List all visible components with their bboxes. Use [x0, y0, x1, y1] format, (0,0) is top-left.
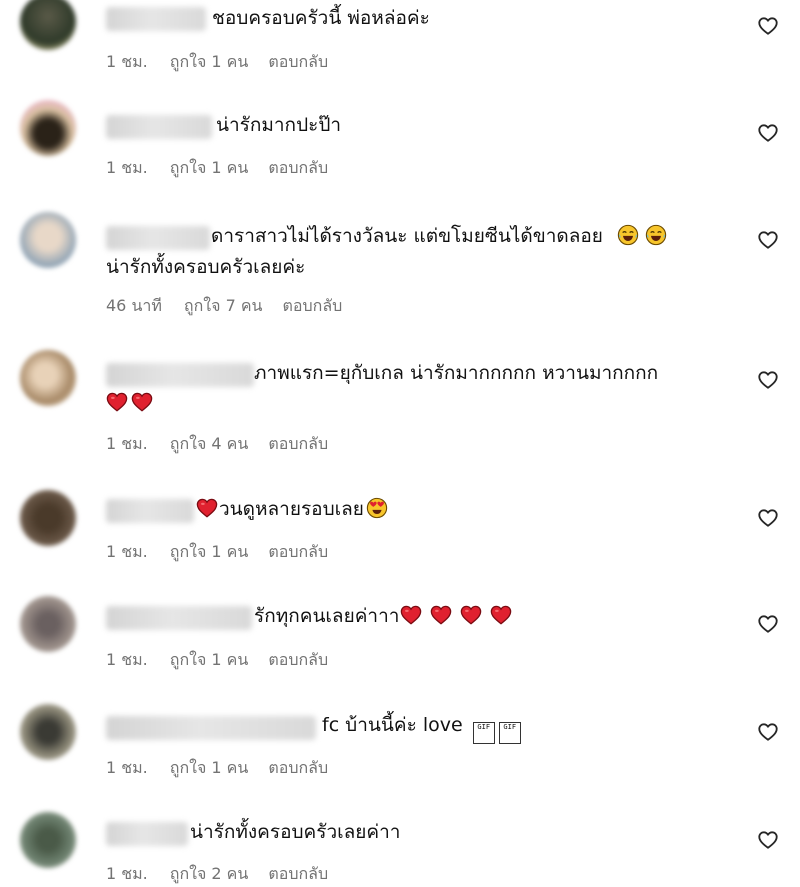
comment-text: รักทุกคนเลยค่าาา	[254, 601, 518, 632]
reply-button[interactable]: ตอบกลับ	[268, 50, 328, 75]
comment-meta: 1 ชม. ถูกใจ 1 คน ตอบกลับ	[106, 540, 328, 565]
comment-text-line1: ดาราสาวไม่ได้รางวัลนะ แต่ขโมยซีนได้ขาดลอ…	[211, 225, 603, 247]
comment-text: fc บ้านนี้ค่ะ love GIF GIF	[322, 710, 521, 744]
reply-button[interactable]: ตอบกลับ	[268, 648, 328, 673]
heart-outline-icon[interactable]	[757, 507, 779, 529]
reply-button[interactable]: ตอบกลับ	[268, 862, 328, 887]
gif-icon: GIF	[498, 722, 521, 744]
comment-emoji-line	[106, 388, 159, 419]
heart-outline-icon[interactable]	[757, 721, 779, 743]
comment-time: 1 ชม.	[106, 542, 148, 561]
avatar[interactable]	[20, 704, 76, 760]
username[interactable]	[106, 499, 194, 523]
likes-count[interactable]: ถูกใจ 1 คน	[170, 540, 249, 565]
comment-time: 1 ชม.	[106, 864, 148, 883]
username[interactable]	[106, 822, 188, 846]
red-heart-emoji-icon	[400, 604, 422, 626]
comment-time: 1 ชม.	[106, 434, 148, 453]
username[interactable]	[106, 115, 212, 139]
likes-count[interactable]: ถูกใจ 1 คน	[170, 756, 249, 781]
heart-eyes-emoji-icon	[366, 497, 388, 519]
avatar[interactable]	[20, 212, 76, 268]
avatar[interactable]	[20, 350, 76, 406]
comment-meta: 1 ชม. ถูกใจ 1 คน ตอบกลับ	[106, 50, 328, 75]
heart-outline-icon[interactable]	[757, 829, 779, 851]
comment-text-content: fc บ้านนี้ค่ะ love	[322, 714, 463, 736]
comment-meta: 1 ชม. ถูกใจ 1 คน ตอบกลับ	[106, 156, 328, 181]
comment-meta: 46 นาที ถูกใจ 7 คน ตอบกลับ	[106, 294, 342, 319]
red-heart-emoji-icon	[196, 497, 218, 519]
avatar[interactable]	[20, 596, 76, 652]
comment-text: ดาราสาวไม่ได้รางวัลนะ แต่ขโมยซีนได้ขาดลอ…	[211, 221, 673, 252]
tears-of-joy-emoji-icon	[617, 224, 639, 246]
comment-meta: 1 ชม. ถูกใจ 4 คน ตอบกลับ	[106, 432, 328, 457]
comment-text-content: วนดูหลายรอบเลย	[219, 498, 364, 520]
heart-outline-icon[interactable]	[757, 613, 779, 635]
reply-button[interactable]: ตอบกลับ	[268, 756, 328, 781]
comment-text-line2: น่ารักทั้งครอบครัวเลยค่ะ	[106, 256, 306, 278]
comment-text: น่ารักทั้งครอบครัวเลยค่าา	[190, 821, 401, 843]
comment-time: 46 นาที	[106, 296, 162, 315]
comment-time: 1 ชม.	[106, 52, 148, 71]
red-heart-emoji-icon	[430, 604, 452, 626]
reply-button[interactable]: ตอบกลับ	[282, 294, 342, 319]
red-heart-emoji-icon	[131, 391, 153, 413]
comment-time: 1 ชม.	[106, 650, 148, 669]
comment-text: น่ารักมากปะป๊า	[216, 114, 342, 136]
comment-time: 1 ชม.	[106, 758, 148, 777]
heart-outline-icon[interactable]	[757, 229, 779, 251]
avatar[interactable]	[20, 0, 76, 50]
likes-count[interactable]: ถูกใจ 1 คน	[170, 156, 249, 181]
red-heart-emoji-icon	[460, 604, 482, 626]
likes-count[interactable]: ถูกใจ 1 คน	[170, 50, 249, 75]
likes-count[interactable]: ถูกใจ 7 คน	[184, 294, 263, 319]
comment-meta: 1 ชม. ถูกใจ 1 คน ตอบกลับ	[106, 756, 328, 781]
likes-count[interactable]: ถูกใจ 1 คน	[170, 648, 249, 673]
username[interactable]	[106, 363, 254, 387]
comment-text: ชอบครอบครัวนี้ พ่อหล่อค่ะ	[212, 7, 430, 29]
avatar[interactable]	[20, 100, 76, 156]
red-heart-emoji-icon	[490, 604, 512, 626]
reply-button[interactable]: ตอบกลับ	[268, 432, 328, 457]
red-heart-emoji-icon	[106, 391, 128, 413]
comment-text: วนดูหลายรอบเลย	[196, 494, 394, 525]
comment-text: ภาพแรก=ยุกับเกล น่ารักมากกกกก หวานมากกกก	[254, 362, 659, 384]
reply-button[interactable]: ตอบกลับ	[268, 156, 328, 181]
gif-icon: GIF	[472, 722, 495, 744]
comment-meta: 1 ชม. ถูกใจ 2 คน ตอบกลับ	[106, 862, 328, 887]
avatar[interactable]	[20, 812, 76, 868]
likes-count[interactable]: ถูกใจ 2 คน	[170, 862, 249, 887]
comment-time: 1 ชม.	[106, 158, 148, 177]
tears-of-joy-emoji-icon	[645, 224, 667, 246]
heart-outline-icon[interactable]	[757, 15, 779, 37]
username[interactable]	[106, 7, 206, 31]
comment-meta: 1 ชม. ถูกใจ 1 คน ตอบกลับ	[106, 648, 328, 673]
likes-count[interactable]: ถูกใจ 4 คน	[170, 432, 249, 457]
username[interactable]	[106, 226, 210, 250]
username[interactable]	[106, 606, 252, 630]
heart-outline-icon[interactable]	[757, 122, 779, 144]
avatar[interactable]	[20, 490, 76, 546]
heart-outline-icon[interactable]	[757, 369, 779, 391]
comment-text-content: รักทุกคนเลยค่าาา	[254, 605, 400, 627]
username[interactable]	[106, 716, 316, 740]
reply-button[interactable]: ตอบกลับ	[268, 540, 328, 565]
